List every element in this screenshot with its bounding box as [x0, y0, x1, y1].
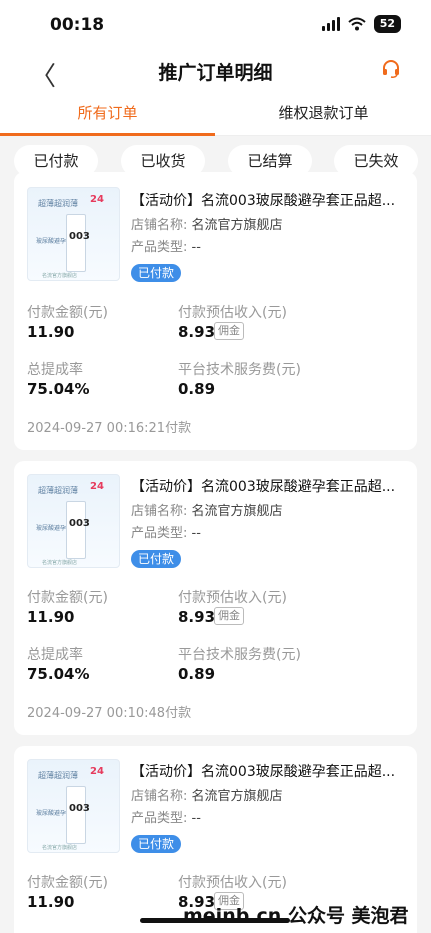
type-value: -- — [191, 811, 201, 826]
headset-icon[interactable] — [381, 59, 401, 79]
shop-value: 名流官方旗舰店 — [191, 789, 283, 804]
shop-name-row: 店铺名称: 名流官方旗舰店 — [131, 500, 283, 519]
pay-amount-label: 付款金额(元) — [27, 305, 108, 321]
watermark-text: meinb.cn 公众号 美泡君 — [183, 905, 409, 927]
thumb-tagline: 超薄超润薄 — [38, 199, 78, 208]
thumb-box: 003 — [66, 214, 90, 272]
pay-amount-value: 11.90 — [27, 608, 75, 626]
fee-value: 0.89 — [178, 380, 216, 398]
shop-name-row: 店铺名称: 名流官方旗舰店 — [131, 214, 283, 233]
tab-refund-orders[interactable]: 维权退款订单 — [216, 102, 431, 123]
thumb-bottom: 名流官方旗舰店 — [42, 845, 78, 851]
product-thumbnail: 超薄超润薄 24 玻尿酸避孕套 003 名流官方旗舰店 — [27, 474, 120, 568]
commission-tag: 佣金 — [214, 607, 244, 625]
thumb-tagline: 超薄超润薄 — [38, 486, 78, 495]
pay-amount-label: 付款金额(元) — [27, 590, 108, 606]
type-label: 产品类型: — [131, 526, 188, 541]
pay-amount-value: 11.90 — [27, 893, 75, 911]
thumb-bottom: 名流官方旗舰店 — [42, 273, 78, 279]
rate-label: 总提成率 — [27, 362, 83, 378]
thumb-big: 003 — [69, 803, 90, 814]
product-thumbnail: 超薄超润薄 24 玻尿酸避孕套 003 名流官方旗舰店 — [27, 187, 120, 281]
status-time: 00:18 — [50, 15, 105, 35]
thumb-box: 003 — [66, 501, 90, 559]
nav-bar: 〈 推广订单明细 — [0, 48, 431, 92]
product-type-row: 产品类型: -- — [131, 236, 201, 255]
rate-value: 75.04% — [27, 665, 90, 683]
thumb-count: 24 — [90, 481, 104, 492]
cellular-signal-icon — [321, 17, 340, 31]
page-title: 推广订单明细 — [158, 62, 273, 84]
status-badge: 已付款 — [131, 550, 182, 568]
fee-label: 平台技术服务费(元) — [178, 362, 301, 378]
product-type-row: 产品类型: -- — [131, 522, 201, 541]
order-time: 2024-09-27 00:16:21付款 — [27, 421, 192, 436]
product-name: 【活动价】名流003玻尿酸避孕套正品超... — [131, 479, 396, 495]
product-name: 【活动价】名流003玻尿酸避孕套正品超... — [131, 764, 396, 780]
rate-label: 总提成率 — [27, 647, 83, 663]
fee-value: 0.89 — [178, 665, 216, 683]
thumb-big: 003 — [69, 518, 90, 529]
order-card[interactable]: 超薄超润薄 24 玻尿酸避孕套 003 名流官方旗舰店 【活动价】名流003玻尿… — [14, 172, 417, 450]
order-tabs: 所有订单 维权退款订单 — [0, 92, 431, 136]
status-badge: 已付款 — [131, 835, 182, 853]
status-badge: 已付款 — [131, 264, 182, 282]
tab-all-orders[interactable]: 所有订单 — [0, 102, 215, 123]
shop-label: 店铺名称: — [131, 218, 188, 233]
shop-label: 店铺名称: — [131, 504, 188, 519]
thumb-box: 003 — [66, 786, 90, 844]
rate-value: 75.04% — [27, 380, 90, 398]
thumb-count: 24 — [90, 766, 104, 777]
product-name: 【活动价】名流003玻尿酸避孕套正品超... — [131, 193, 396, 209]
thumb-big: 003 — [69, 231, 90, 242]
order-card[interactable]: 超薄超润薄 24 玻尿酸避孕套 003 名流官方旗舰店 【活动价】名流003玻尿… — [14, 461, 417, 735]
thumb-bottom: 名流官方旗舰店 — [42, 560, 78, 566]
type-label: 产品类型: — [131, 811, 188, 826]
type-value: -- — [191, 240, 201, 255]
battery-icon: 52 — [373, 15, 401, 33]
order-time: 2024-09-27 00:10:48付款 — [27, 706, 192, 721]
home-indicator — [140, 918, 290, 923]
income-label: 付款预估收入(元) — [178, 590, 287, 606]
type-value: -- — [191, 526, 201, 541]
thumb-tagline: 超薄超润薄 — [38, 771, 78, 780]
pay-amount-label: 付款金额(元) — [27, 875, 108, 891]
income-label: 付款预估收入(元) — [178, 305, 287, 321]
shop-name-row: 店铺名称: 名流官方旗舰店 — [131, 785, 283, 804]
shop-label: 店铺名称: — [131, 789, 188, 804]
commission-tag: 佣金 — [214, 322, 244, 340]
thumb-count: 24 — [90, 194, 104, 205]
shop-value: 名流官方旗舰店 — [191, 504, 283, 519]
pay-amount-value: 11.90 — [27, 323, 75, 341]
income-value: 8.93 — [178, 323, 216, 341]
type-label: 产品类型: — [131, 240, 188, 255]
fee-label: 平台技术服务费(元) — [178, 647, 301, 663]
product-thumbnail: 超薄超润薄 24 玻尿酸避孕套 003 名流官方旗舰店 — [27, 759, 120, 853]
status-bar: 00:18 52 — [0, 0, 431, 48]
income-value: 8.93 — [178, 608, 216, 626]
shop-value: 名流官方旗舰店 — [191, 218, 283, 233]
product-type-row: 产品类型: -- — [131, 807, 201, 826]
wifi-icon — [348, 17, 366, 31]
income-label: 付款预估收入(元) — [178, 875, 287, 891]
status-icons: 52 — [321, 15, 401, 33]
